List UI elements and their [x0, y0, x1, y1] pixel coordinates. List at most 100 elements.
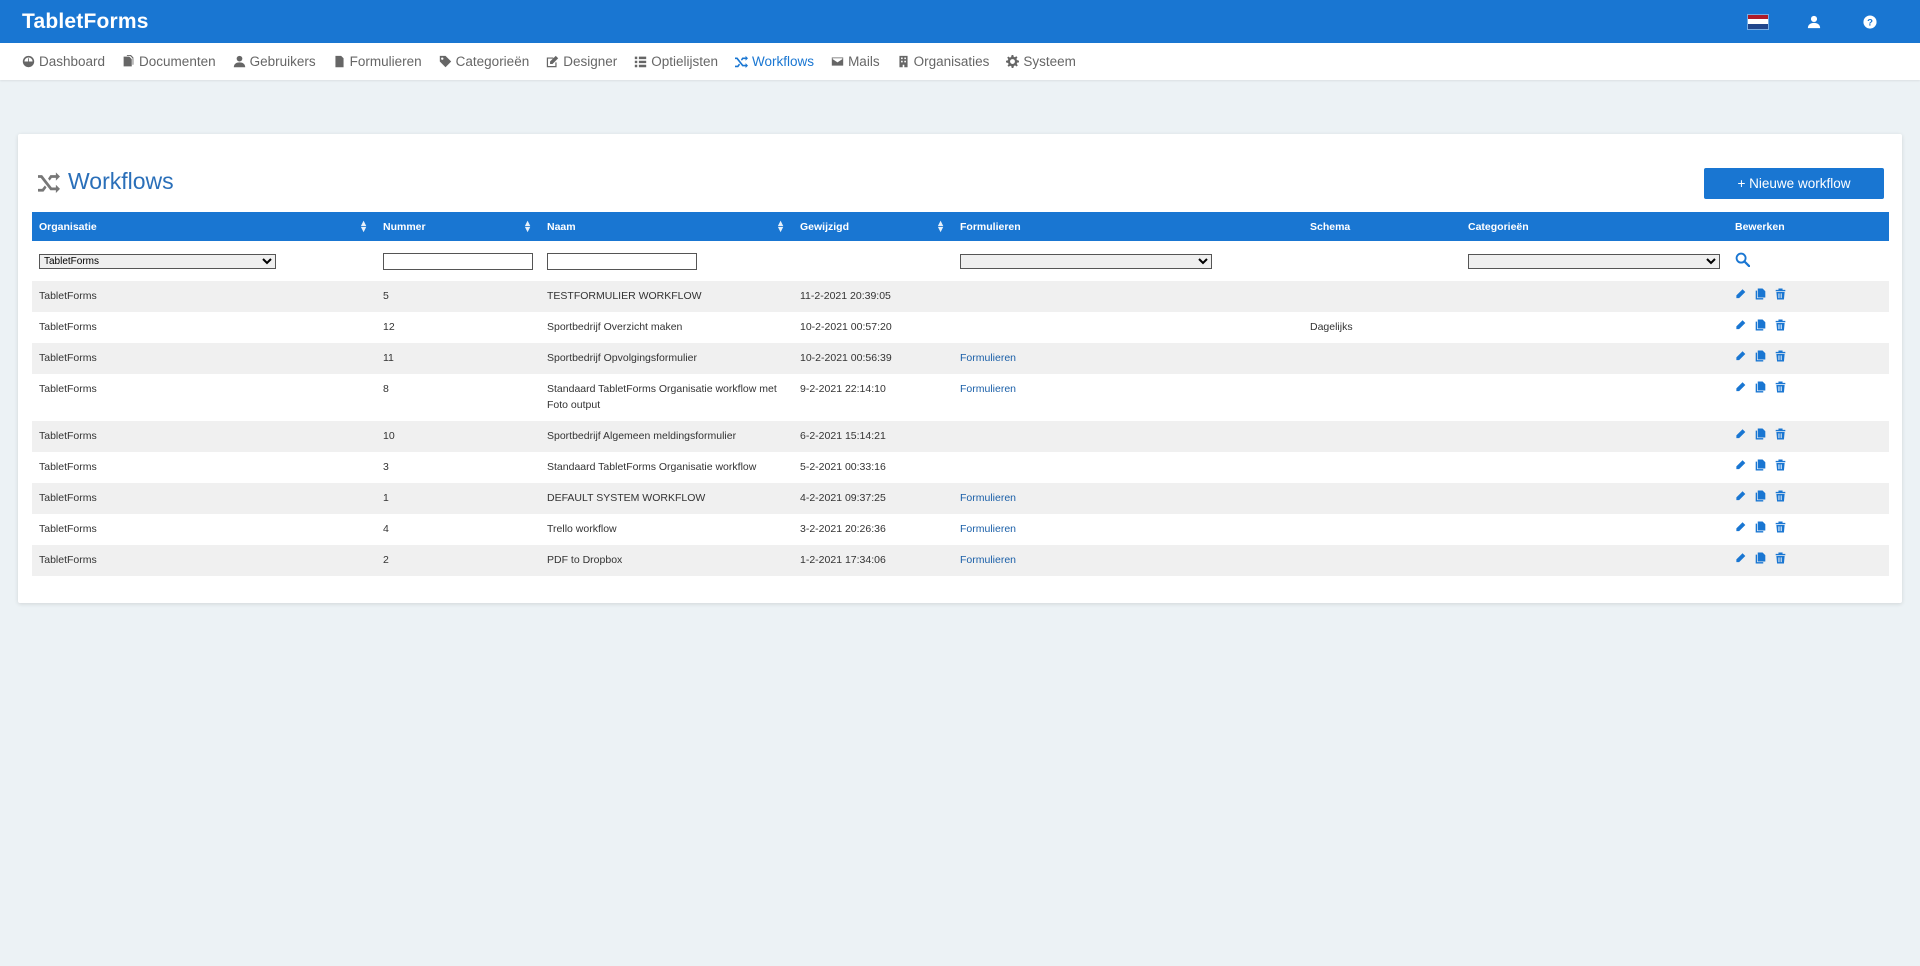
- nav-categorieen[interactable]: Categorieën: [439, 54, 529, 69]
- user-icon: [1807, 15, 1821, 28]
- cell-categorieen: [1461, 374, 1728, 421]
- col-gewijzigd[interactable]: Gewijzigd ▲ ▼: [793, 212, 953, 241]
- formulieren-link[interactable]: Formulieren: [960, 383, 1016, 395]
- cell-categorieen: [1461, 312, 1728, 343]
- cell-schema: [1303, 545, 1461, 576]
- svg-text:?: ?: [1867, 17, 1873, 28]
- nav-label: Workflows: [752, 54, 815, 69]
- cell-categorieen: [1461, 545, 1728, 576]
- cell-schema: [1303, 514, 1461, 545]
- sort-icon: ▲ ▼: [359, 218, 368, 234]
- page-title: Workflows: [36, 168, 174, 195]
- cell-bewerken: [1728, 514, 1889, 545]
- copy-icon[interactable]: [1755, 490, 1766, 502]
- search-icon[interactable]: [1735, 252, 1751, 268]
- pencil-icon[interactable]: [1735, 381, 1746, 393]
- pencil-icon[interactable]: [1735, 428, 1746, 440]
- nav-workflows[interactable]: Workflows: [735, 54, 814, 69]
- nav-gebruikers[interactable]: Gebruikers: [233, 54, 316, 69]
- formulieren-link[interactable]: Formulieren: [960, 352, 1016, 364]
- trash-icon[interactable]: [1775, 428, 1786, 440]
- cell-categorieen: [1461, 343, 1728, 374]
- cell-naam: Sportbedrijf Opvolgingsformulier: [540, 343, 793, 374]
- copy-icon[interactable]: [1755, 459, 1766, 471]
- pencil-icon[interactable]: [1735, 552, 1746, 564]
- nav-designer[interactable]: Designer: [546, 54, 617, 69]
- trash-icon[interactable]: [1775, 288, 1786, 300]
- nav-documenten[interactable]: Documenten: [122, 54, 216, 69]
- new-workflow-button[interactable]: + Nieuwe workflow: [1704, 168, 1884, 199]
- trash-icon[interactable]: [1775, 350, 1786, 362]
- formulieren-link[interactable]: Formulieren: [960, 554, 1016, 566]
- tag-icon: [439, 55, 451, 68]
- nav-optielijsten[interactable]: Optielijsten: [634, 54, 718, 69]
- trash-icon[interactable]: [1775, 552, 1786, 564]
- edit-icon: [547, 55, 559, 68]
- cell-bewerken: [1728, 281, 1889, 312]
- trash-icon[interactable]: [1775, 490, 1786, 502]
- nav-systeem[interactable]: Systeem: [1006, 54, 1076, 69]
- cell-formulieren: Formulieren: [953, 545, 1303, 576]
- help-button[interactable]: ?: [1842, 0, 1898, 43]
- nav-organisaties[interactable]: Organisaties: [897, 54, 989, 69]
- table-row: TabletForms 1 DEFAULT SYSTEM WORKFLOW 4-…: [32, 483, 1889, 514]
- organisatie-filter-select[interactable]: TabletForms: [39, 253, 276, 269]
- nav-formulieren[interactable]: Formulieren: [333, 54, 422, 69]
- trash-icon[interactable]: [1775, 381, 1786, 393]
- copy-icon[interactable]: [1755, 319, 1766, 331]
- copy-icon[interactable]: [1755, 350, 1766, 362]
- cell-formulieren: [953, 421, 1303, 452]
- user-icon: [233, 55, 245, 68]
- copy-icon[interactable]: [1755, 288, 1766, 300]
- cell-formulieren: Formulieren: [953, 343, 1303, 374]
- pencil-icon[interactable]: [1735, 288, 1746, 300]
- workflows-table: Organisatie ▲ ▼ Nummer ▲ ▼ Naam ▲ ▼ Gewijzigd ▲…: [32, 212, 1889, 576]
- cell-formulieren: [953, 312, 1303, 343]
- col-organisatie[interactable]: Organisatie ▲ ▼: [32, 212, 376, 241]
- cell-gewijzigd: 10-2-2021 00:56:39: [793, 343, 953, 374]
- copy-icon[interactable]: [1755, 521, 1766, 533]
- formulieren-link[interactable]: Formulieren: [960, 523, 1016, 535]
- cell-categorieen: [1461, 281, 1728, 312]
- pencil-icon[interactable]: [1735, 459, 1746, 471]
- nav-mails[interactable]: Mails: [831, 54, 880, 69]
- workflows-card: Workflows + Nieuwe workflow Organisatie ▲…: [18, 134, 1902, 603]
- nav-label: Formulieren: [349, 54, 422, 69]
- formulieren-link[interactable]: Formulieren: [960, 492, 1016, 504]
- cell-organisatie: TabletForms: [32, 312, 376, 343]
- dashboard-icon: [22, 55, 35, 68]
- language-button[interactable]: [1730, 0, 1786, 43]
- list-icon: [635, 56, 647, 68]
- cell-schema: [1303, 421, 1461, 452]
- row-actions: [1735, 521, 1882, 533]
- trash-icon[interactable]: [1775, 459, 1786, 471]
- categorieen-filter-select[interactable]: [1468, 253, 1720, 269]
- copy-icon[interactable]: [1755, 552, 1766, 564]
- cell-bewerken: [1728, 343, 1889, 374]
- col-naam[interactable]: Naam ▲ ▼: [540, 212, 793, 241]
- cell-formulieren: Formulieren: [953, 374, 1303, 421]
- naam-filter-input[interactable]: [547, 252, 697, 270]
- trash-icon[interactable]: [1775, 319, 1786, 331]
- cell-nummer: 4: [376, 514, 540, 545]
- formulieren-filter-select[interactable]: [960, 253, 1212, 269]
- pencil-icon[interactable]: [1735, 350, 1746, 362]
- table-row: TabletForms 3 Standaard TabletForms Orga…: [32, 452, 1889, 483]
- pencil-icon[interactable]: [1735, 319, 1746, 331]
- pencil-icon[interactable]: [1735, 490, 1746, 502]
- cell-categorieen: [1461, 421, 1728, 452]
- cell-nummer: 8: [376, 374, 540, 421]
- copy-icon[interactable]: [1755, 381, 1766, 393]
- pencil-icon[interactable]: [1735, 521, 1746, 533]
- copy-icon[interactable]: [1755, 428, 1766, 440]
- nav-dashboard[interactable]: Dashboard: [22, 54, 105, 69]
- cell-schema: [1303, 483, 1461, 514]
- col-nummer[interactable]: Nummer ▲ ▼: [376, 212, 540, 241]
- app-brand[interactable]: TabletForms: [22, 10, 149, 34]
- nav-label: Systeem: [1023, 54, 1076, 69]
- cell-organisatie: TabletForms: [32, 281, 376, 312]
- nummer-filter-input[interactable]: [383, 252, 533, 270]
- user-menu-button[interactable]: [1786, 0, 1842, 43]
- cell-bewerken: [1728, 312, 1889, 343]
- trash-icon[interactable]: [1775, 521, 1786, 533]
